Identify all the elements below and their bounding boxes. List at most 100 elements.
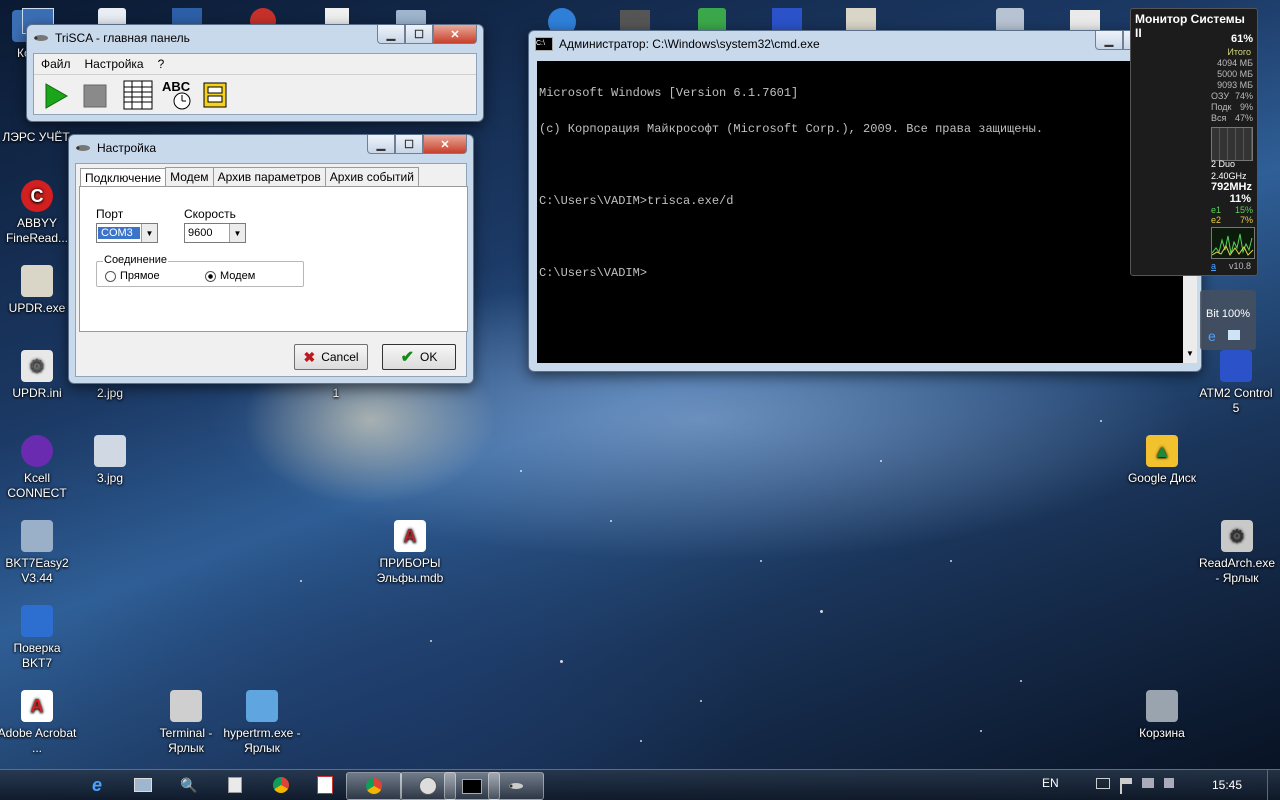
- ok-button[interactable]: ✔ OK: [382, 344, 456, 370]
- minimize-button[interactable]: ▁: [1095, 31, 1123, 50]
- tab-param-archive[interactable]: Архив параметров: [212, 167, 326, 186]
- clock[interactable]: 15:45: [1212, 778, 1242, 792]
- desktop-icon-recycle-bin[interactable]: Корзина: [1122, 690, 1202, 741]
- language-indicator[interactable]: EN: [1042, 776, 1059, 790]
- maximize-button[interactable]: ☐: [395, 135, 423, 154]
- tab-event-archive[interactable]: Архив событий: [324, 167, 419, 186]
- cabinet-button[interactable]: [200, 79, 232, 111]
- table-button[interactable]: [122, 79, 154, 111]
- play-button[interactable]: [40, 81, 70, 111]
- chevron-down-icon[interactable]: ▼: [141, 224, 157, 242]
- flag-icon[interactable]: [1120, 778, 1132, 794]
- taskbar-chrome[interactable]: [346, 772, 402, 800]
- console-area[interactable]: Microsoft Windows [Version 6.1.7601] (c)…: [537, 61, 1183, 363]
- port-select[interactable]: COM3 ▼: [96, 223, 158, 243]
- show-desktop-button[interactable]: [1267, 770, 1280, 800]
- volume-icon[interactable]: [1164, 778, 1174, 788]
- desktop-icon-google-drive[interactable]: ▲ Google Диск: [1122, 435, 1202, 486]
- computer-app-icon: [21, 605, 53, 637]
- connection-group-label: Соединение: [103, 254, 169, 266]
- desktop-icon-kcell[interactable]: Kcell CONNECT: [0, 435, 77, 501]
- taskbar-app[interactable]: [306, 772, 344, 798]
- desktop-icon-pribory[interactable]: A ПРИБОРЫ Эльфы.mdb: [370, 520, 450, 586]
- desktop-icon-updr-exe[interactable]: UPDR.exe: [0, 265, 77, 316]
- cabinet-icon: [203, 82, 227, 108]
- taskbar-calculator[interactable]: [216, 772, 254, 798]
- gadget-link[interactable]: a: [1211, 261, 1216, 271]
- play-icon: [45, 83, 69, 109]
- app-icon: [317, 776, 333, 794]
- google-drive-icon: ▲: [1146, 435, 1178, 467]
- cabinet-icon: [21, 265, 53, 297]
- computer-app-icon: [1220, 350, 1252, 382]
- dialog-title: Настройка: [97, 141, 157, 155]
- computer-app-icon: [21, 520, 53, 552]
- desktop-icon-3jpg[interactable]: 3.jpg: [70, 435, 150, 486]
- network-tray-icon[interactable]: [1142, 778, 1154, 788]
- console-line: C:\Users\VADIM>: [539, 266, 648, 280]
- maximize-button[interactable]: ☐: [405, 25, 433, 44]
- abc-clock-button[interactable]: ABC: [160, 79, 194, 111]
- tab-connection[interactable]: Подключение: [80, 168, 167, 188]
- system-monitor-gadget[interactable]: Монитор Системы II 61% Итого 4094 МБ 500…: [1130, 8, 1258, 276]
- radio-direct[interactable]: Прямое: [105, 270, 160, 282]
- cmd-icon: [462, 778, 482, 794]
- gears-icon: ⚙: [1221, 520, 1253, 552]
- close-button[interactable]: ✕: [433, 25, 477, 44]
- desktop-icon-abbyy[interactable]: C ABBYY FineRead...: [0, 180, 77, 246]
- cmd-window[interactable]: C:\ Администратор: C:\Windows\system32\c…: [528, 30, 1202, 372]
- desktop-icon-readarch[interactable]: ⚙ ReadArch.exe - Ярлык: [1197, 520, 1277, 586]
- settings-dialog[interactable]: Настройка ▁ ☐ ✕ Подключение Модем Архив па…: [68, 134, 474, 384]
- swap-label: Подк: [1211, 102, 1232, 112]
- taskbar-explorer[interactable]: [124, 772, 162, 798]
- close-button[interactable]: ✕: [423, 135, 467, 154]
- radio-button[interactable]: [105, 270, 116, 282]
- speed-select[interactable]: 9600 ▼: [184, 223, 246, 243]
- console-output: Microsoft Windows [Version 6.1.7601] (c)…: [537, 61, 1183, 305]
- swap-value: 9%: [1239, 102, 1253, 112]
- taskbar-chrome-pinned[interactable]: [262, 772, 300, 798]
- desktop-icon-poverka[interactable]: Поверка BKT7: [0, 605, 77, 671]
- taskbar: e 🔍 EN 15:45: [0, 769, 1280, 800]
- tab-modem[interactable]: Модем: [165, 167, 214, 186]
- cmd-title: Администратор: C:\Windows\system32\cmd.e…: [559, 37, 820, 51]
- calculator-icon: [228, 777, 242, 793]
- desktop-icon-acrobat[interactable]: A Adobe Acrobat ...: [0, 690, 77, 756]
- minimize-button[interactable]: ▁: [367, 135, 395, 154]
- menu-file[interactable]: Файл: [34, 57, 78, 71]
- trisca-toolbar: ABC: [34, 75, 476, 115]
- access-db-icon: A: [394, 520, 426, 552]
- desktop-icon-atm2[interactable]: ATM2 Control 5: [1196, 350, 1276, 416]
- desktop-icon-updr-ini[interactable]: ⚙ UPDR.ini: [0, 350, 77, 401]
- bit-label: Bit 100%: [1206, 308, 1251, 320]
- scroll-down-arrow-icon[interactable]: ▼: [1183, 349, 1197, 363]
- minimize-button[interactable]: ▁: [377, 25, 405, 44]
- desktop-icon-bkt7easy[interactable]: BKT7Easy2 V3.44: [0, 520, 77, 586]
- stop-button[interactable]: [80, 81, 110, 111]
- taskbar-search[interactable]: 🔍: [170, 772, 208, 798]
- desktop-icon-hypertrm[interactable]: hypertrm.exe - Ярлык: [222, 690, 302, 756]
- stop-icon: [83, 84, 107, 108]
- window-title: TriSCA - главная панель: [55, 31, 190, 45]
- start-button[interactable]: [6, 772, 44, 798]
- chevron-down-icon[interactable]: ▼: [229, 224, 245, 242]
- cancel-button[interactable]: ✖ Cancel: [294, 344, 368, 370]
- keyboard-icon[interactable]: [1096, 778, 1110, 789]
- taskbar-trisca[interactable]: [488, 772, 544, 800]
- ram-value: 74%: [1234, 91, 1253, 101]
- radio-modem[interactable]: Модем: [205, 270, 255, 282]
- swap-row: Подк 9%: [1211, 102, 1253, 112]
- radio-button-selected[interactable]: [205, 270, 216, 282]
- desktop-icon-terminal[interactable]: Terminal - Ярлык: [146, 690, 226, 756]
- mem-row-1: 4094 МБ: [1217, 58, 1253, 68]
- menu-settings[interactable]: Настройка: [78, 57, 151, 71]
- menu-help[interactable]: ?: [151, 57, 172, 71]
- mem-row-3: 9093 МБ: [1217, 80, 1253, 90]
- settings-file-icon: ⚙: [21, 350, 53, 382]
- taskbar-ie[interactable]: e: [78, 772, 116, 798]
- trisca-main-window[interactable]: TriSCA - главная панель ▁ ☐ ✕ Файл Настр…: [26, 24, 484, 122]
- cpu-load: 11%: [1229, 193, 1251, 205]
- acrobat-icon: A: [21, 690, 53, 722]
